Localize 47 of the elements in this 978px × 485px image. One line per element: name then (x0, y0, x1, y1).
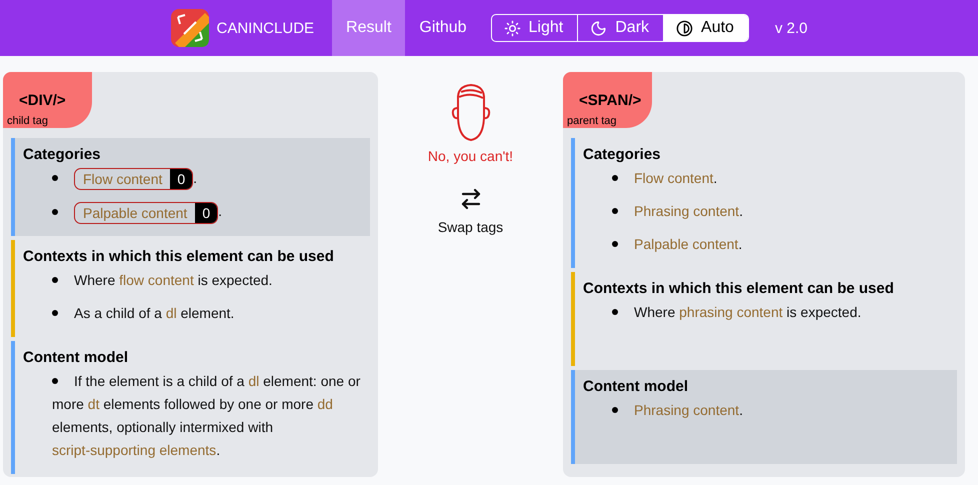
list-item: Phrasing content. (583, 200, 949, 223)
sun-icon (504, 20, 521, 36)
logo-icon (170, 9, 209, 47)
section-title: Categories (583, 146, 662, 163)
list-item: Where phrasing content is expected. (583, 301, 949, 324)
list-item: If the element is a child of a dl element: one or more dt elements followed by one or more dd elements, optionally intermixed with script-supporting elements. (51, 372, 362, 460)
verdict-message: No, you can't! (428, 148, 514, 164)
section-title: Contexts in which this element can be used (583, 280, 895, 297)
list-item: Where flow content is expected. (23, 268, 362, 292)
tag-role: child tag (6, 115, 49, 127)
tag-name: <DIV/> (18, 92, 67, 109)
list-item: Palpable content. (583, 233, 949, 256)
count-badge: 0 (195, 202, 218, 223)
list-item: As a child of a dl element. (23, 302, 362, 325)
category-label[interactable]: Flow content (75, 169, 170, 190)
link[interactable]: Flow content (634, 170, 714, 186)
section-title: Categories (23, 146, 102, 163)
link[interactable]: Phrasing content (634, 203, 740, 219)
tag-role: parent tag (566, 115, 618, 127)
count-badge: 0 (170, 169, 192, 190)
section-title: Contexts in which this element can be used (23, 248, 335, 265)
link[interactable]: script-supporting elements (52, 442, 216, 458)
section-title: Content model (23, 348, 129, 366)
moon-icon (590, 20, 608, 36)
contrast-icon (676, 20, 694, 36)
brand-name: CANINCLUDE (216, 20, 314, 36)
nav-tab[interactable]: Github (405, 0, 481, 56)
list-item: Palpable content 0 . (23, 200, 362, 224)
link[interactable]: dt (88, 396, 100, 412)
link[interactable]: dd (317, 396, 333, 412)
link[interactable]: Phrasing content (634, 402, 740, 418)
link[interactable]: dl (166, 304, 177, 321)
theme-option[interactable]: Auto (663, 15, 748, 41)
list-item: Flow content 0 . (23, 167, 362, 190)
section-title: Content model (583, 378, 689, 395)
link[interactable]: phrasing content (679, 304, 783, 320)
list-item: Phrasing content. (583, 399, 949, 422)
category-label[interactable]: Palpable content (75, 202, 196, 223)
link[interactable]: dl (248, 372, 260, 389)
nav-tab[interactable]: Result (332, 0, 406, 56)
version-label: v 2.0 (774, 20, 808, 36)
link[interactable]: Palpable content (634, 236, 738, 252)
list-item: Flow content. (583, 167, 949, 190)
link[interactable]: flow content (119, 272, 194, 288)
tag-name: <SPAN/> (578, 92, 642, 109)
swap-button[interactable]: Swap tags (432, 186, 510, 236)
theme-option[interactable]: Light (492, 15, 578, 41)
